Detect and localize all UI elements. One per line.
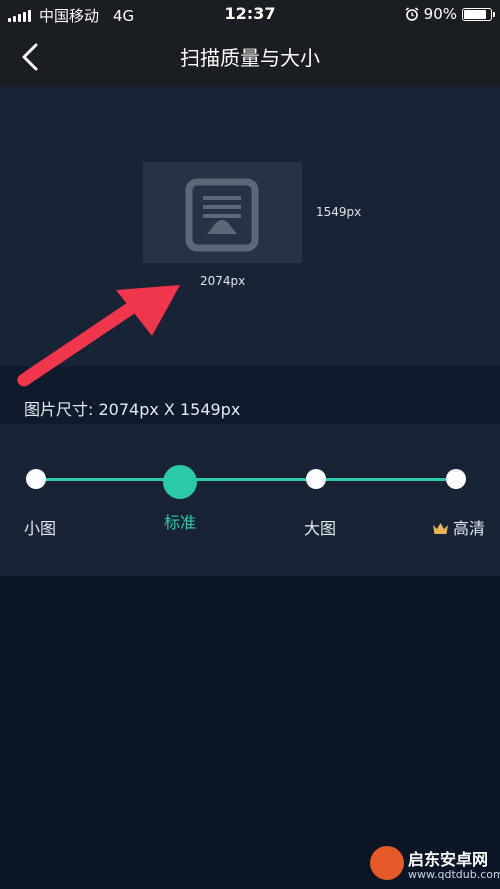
image-thumbnail xyxy=(143,162,302,263)
quality-label-hd: 高清 xyxy=(453,519,486,538)
image-size-text: 图片尺寸: 2074px X 1549px xyxy=(24,400,241,419)
watermark-main-text: 启东安卓网 xyxy=(408,850,489,869)
watermark-sub-text: www.qdtdub.com xyxy=(408,868,500,881)
watermark: 启东安卓网 www.qdtdub.com xyxy=(370,846,500,889)
quality-knob-small[interactable] xyxy=(26,469,46,489)
quality-label-hd-wrap[interactable]: 高清 xyxy=(432,515,485,539)
quality-label-large[interactable]: 大图 xyxy=(304,515,336,539)
quality-knob-standard[interactable] xyxy=(163,465,197,499)
size-info-bar: 图片尺寸: 2074px X 1549px xyxy=(0,366,500,424)
quality-slider[interactable]: 小图 标准 大图 高清 xyxy=(0,424,500,576)
watermark-logo-icon xyxy=(370,846,404,880)
nav-bar: 扫描质量与大小 xyxy=(0,28,500,86)
status-bar: 中国移动 4G 12:37 90% xyxy=(0,0,500,28)
crown-icon xyxy=(433,523,448,534)
quality-knob-large[interactable] xyxy=(306,469,326,489)
width-dimension-label: 2074px xyxy=(200,274,246,288)
quality-knob-hd[interactable] xyxy=(446,469,466,489)
preview-area: 1549px 2074px xyxy=(0,86,500,366)
quality-label-standard[interactable]: 标准 xyxy=(164,509,196,533)
page-title: 扫描质量与大小 xyxy=(180,46,320,70)
slider-track[interactable] xyxy=(36,478,456,481)
height-dimension-label: 1549px xyxy=(316,205,362,219)
quality-label-small[interactable]: 小图 xyxy=(24,515,56,539)
image-placeholder-icon xyxy=(185,178,259,252)
battery-icon xyxy=(462,7,495,21)
alarm-icon xyxy=(405,7,419,21)
battery-percent: 90% xyxy=(423,5,457,23)
